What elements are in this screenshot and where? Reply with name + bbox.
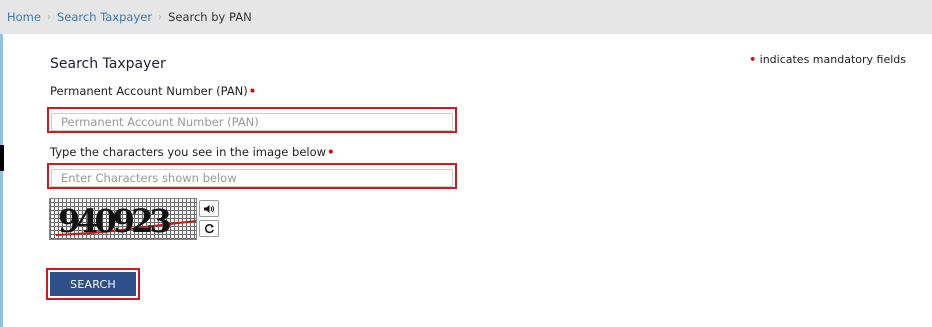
pan-label-text: Permanent Account Number (PAN) xyxy=(50,84,248,98)
pan-input-highlight xyxy=(47,107,457,133)
breadcrumb-separator: › xyxy=(158,11,163,23)
refresh-icon xyxy=(204,224,214,234)
pan-input[interactable] xyxy=(51,113,453,131)
breadcrumb-separator: › xyxy=(46,11,51,23)
required-marker: • xyxy=(749,53,757,66)
captcha-input-highlight xyxy=(47,163,457,189)
page-title: Search Taxpayer xyxy=(50,56,166,72)
required-marker: • xyxy=(248,84,257,98)
captcha-audio-button[interactable] xyxy=(199,200,219,217)
search-button[interactable]: SEARCH xyxy=(50,272,136,296)
captcha-image: 940923 xyxy=(49,198,197,240)
mandatory-fields-note: • indicates mandatory fields xyxy=(749,53,906,66)
captcha-label: Type the characters you see in the image… xyxy=(50,145,334,159)
breadcrumb-current: Search by PAN xyxy=(168,10,252,24)
captcha-input[interactable] xyxy=(51,169,453,187)
captcha-refresh-button[interactable] xyxy=(199,220,219,237)
search-button-highlight: SEARCH xyxy=(46,268,140,300)
pan-label: Permanent Account Number (PAN)• xyxy=(50,84,256,98)
mandatory-note-text: indicates mandatory fields xyxy=(759,53,906,66)
breadcrumb-search-taxpayer-link[interactable]: Search Taxpayer xyxy=(57,10,152,24)
breadcrumb-home-link[interactable]: Home xyxy=(7,10,41,24)
captcha-label-text: Type the characters you see in the image… xyxy=(50,145,327,159)
required-marker: • xyxy=(327,145,335,159)
speaker-icon xyxy=(204,204,215,213)
side-marker xyxy=(0,145,4,171)
breadcrumb: Home › Search Taxpayer › Search by PAN xyxy=(0,0,932,34)
captcha-text: 940923 xyxy=(58,202,170,240)
